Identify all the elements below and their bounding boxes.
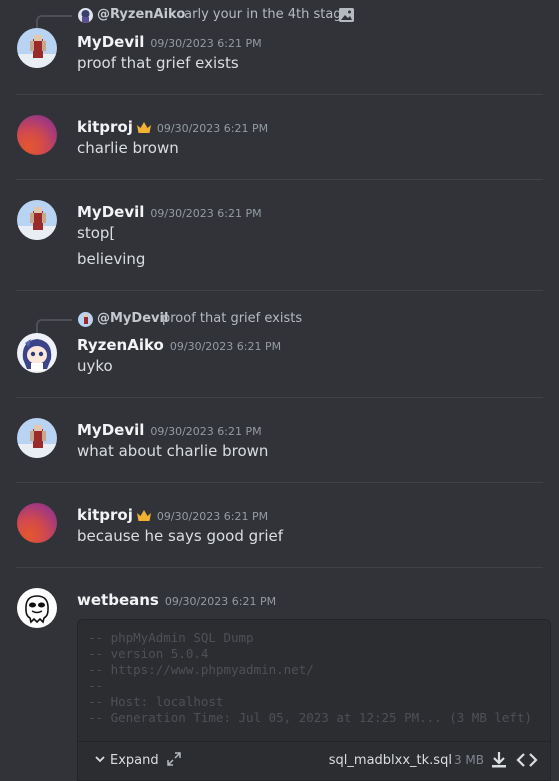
message-text: believing [77, 250, 146, 268]
filename-link[interactable]: sql_madblxx_tk.sql 3 MB [329, 753, 484, 768]
avatar-mydevil[interactable] [17, 200, 57, 240]
divider [16, 567, 543, 568]
message-text: stop[ [77, 224, 116, 242]
username[interactable]: MyDevil [77, 203, 144, 221]
reply-preview[interactable]: @MyDevil proof that grief exists [0, 311, 559, 335]
username[interactable]: kitproj [77, 118, 133, 136]
avatar-kitproj[interactable] [17, 503, 57, 543]
timestamp: 09/30/2023 6:21 PM [169, 340, 282, 353]
username[interactable]: wetbeans [77, 591, 159, 609]
reply-avatar [78, 8, 93, 23]
avatar-ryzenaiko[interactable] [17, 333, 57, 373]
download-icon[interactable] [490, 751, 508, 769]
code-icon[interactable] [516, 751, 538, 769]
avatar-mydevil[interactable] [17, 28, 57, 68]
message-header: MyDevil 09/30/2023 6:21 PM [77, 202, 262, 222]
message-text: what about charlie brown [77, 442, 269, 460]
message-header: MyDevil 09/30/2023 6:21 PM [77, 420, 262, 440]
code-line: -- Host: localhost [88, 694, 224, 709]
timestamp: 09/30/2023 6:21 PM [164, 595, 277, 608]
message-text: proof that grief exists [77, 54, 239, 72]
expand-label: Expand [110, 753, 159, 768]
image-icon [339, 8, 354, 22]
code-line: -- [88, 678, 104, 693]
divider [16, 290, 543, 291]
username[interactable]: RyzenAiko [77, 336, 164, 354]
code-preview: -- phpMyAdmin SQL Dump -- version 5.0.4 --… [88, 630, 532, 726]
code-line: -- https://www.phpmyadmin.net/ [88, 662, 314, 677]
code-line: -- version 5.0.4 [88, 646, 209, 661]
username[interactable]: kitproj [77, 506, 133, 524]
reply-avatar [78, 312, 93, 327]
code-line: -- phpMyAdmin SQL Dump [88, 630, 254, 645]
filename[interactable]: sql_madblxx_tk.sql [329, 753, 452, 768]
message-header: MyDevil 09/30/2023 6:21 PM [77, 32, 262, 52]
timestamp: 09/30/2023 6:21 PM [150, 425, 262, 438]
reply-username[interactable]: @RyzenAiko [97, 7, 185, 22]
avatar-mydevil[interactable] [17, 418, 57, 458]
username[interactable]: MyDevil [77, 421, 144, 439]
avatar-wetbeans[interactable] [17, 588, 57, 628]
reply-text[interactable]: carly your in the 4th stage [177, 7, 350, 22]
divider [16, 94, 543, 95]
expand-button[interactable]: Expand [94, 752, 181, 768]
message-header: wetbeans 09/30/2023 6:21 PM [77, 590, 276, 610]
message-text: uyko [77, 357, 113, 375]
timestamp: 09/30/2023 6:21 PM [150, 207, 262, 220]
divider [16, 482, 543, 483]
message-text: because he says good grief [77, 527, 284, 545]
crown-icon [136, 510, 151, 521]
message-header: kitproj 09/30/2023 6:21 PM [77, 505, 268, 525]
timestamp: 09/30/2023 6:21 PM [150, 37, 262, 50]
message-header: RyzenAiko 09/30/2023 6:21 PM [77, 335, 281, 355]
expand-arrows-icon[interactable] [166, 752, 181, 766]
message-text: charlie brown [77, 139, 179, 157]
reply-preview[interactable]: @RyzenAiko carly your in the 4th stage [0, 7, 559, 31]
divider [16, 179, 543, 180]
crown-icon [136, 122, 151, 133]
code-line: -- Generation Time: Jul 05, 2023 at 12:2… [88, 710, 533, 725]
reply-username[interactable]: @MyDevil [97, 311, 168, 326]
timestamp: 09/30/2023 6:21 PM [156, 122, 269, 135]
reply-text[interactable]: proof that grief exists [162, 311, 302, 326]
message-header: kitproj 09/30/2023 6:21 PM [77, 117, 268, 137]
file-attachment[interactable]: -- phpMyAdmin SQL Dump -- version 5.0.4 --… [77, 619, 551, 781]
timestamp: 09/30/2023 6:21 PM [156, 510, 269, 523]
attachment-footer: Expand sql_madblxx_tk.sql 3 MB [78, 741, 550, 780]
avatar-kitproj[interactable] [17, 115, 57, 155]
divider [16, 397, 543, 398]
username[interactable]: MyDevil [77, 33, 144, 51]
chevron-down-icon [95, 756, 105, 763]
filesize: 3 MB [453, 753, 484, 767]
